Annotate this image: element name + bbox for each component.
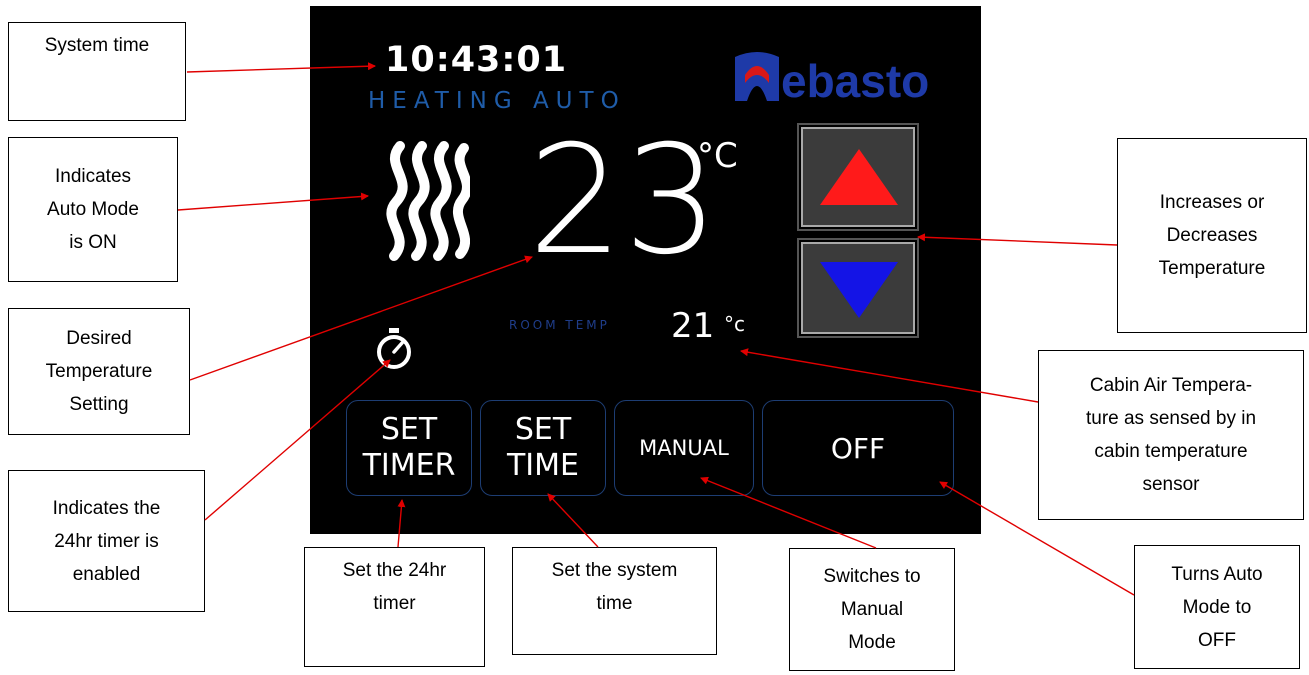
- room-temperature-unit: °c: [724, 312, 745, 336]
- callout-off: Turns Auto Mode to OFF: [1134, 545, 1300, 669]
- room-temp-label: ROOM TEMP: [509, 318, 610, 332]
- callout-increase-decrease: Increases or Decreases Temperature: [1117, 138, 1307, 333]
- callout-cabin-air: Cabin Air Tempera- ture as sensed by in …: [1038, 350, 1304, 520]
- triangle-up-icon: [820, 149, 898, 205]
- triangle-down-icon: [820, 262, 898, 318]
- stopwatch-icon: [377, 328, 411, 369]
- setpoint-temperature: 23: [528, 114, 719, 288]
- callout-timer-enabled: Indicates the 24hr timer is enabled: [8, 470, 205, 612]
- mode-indicator: HEATING AUTO: [368, 88, 626, 114]
- callout-system-time: System time: [8, 22, 186, 121]
- decrease-temperature-button[interactable]: [797, 238, 919, 338]
- off-button[interactable]: OFF: [762, 400, 954, 496]
- svg-text:ebasto: ebasto: [781, 55, 929, 107]
- system-time: 10:43:01: [385, 40, 568, 80]
- room-temperature: 21: [671, 306, 715, 346]
- callout-desired-temperature: Desired Temperature Setting: [8, 308, 190, 435]
- heat-waves-icon: [386, 141, 470, 261]
- callout-auto-mode: Indicates Auto Mode is ON: [8, 137, 178, 282]
- set-timer-button[interactable]: SET TIMER: [346, 400, 472, 496]
- webasto-logo: ebasto: [727, 45, 952, 113]
- increase-temperature-button[interactable]: [797, 123, 919, 231]
- callout-manual: Switches to Manual Mode: [789, 548, 955, 671]
- set-time-button[interactable]: SET TIME: [480, 400, 606, 496]
- manual-button[interactable]: MANUAL: [614, 400, 754, 496]
- callout-set-timer: Set the 24hr timer: [304, 547, 485, 667]
- setpoint-unit: °C: [697, 136, 738, 176]
- callout-set-time: Set the system time: [512, 547, 717, 655]
